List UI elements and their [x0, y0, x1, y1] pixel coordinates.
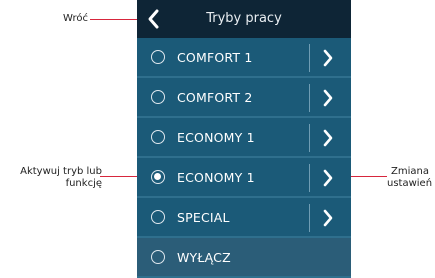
row-divider	[309, 204, 310, 232]
mode-label: COMFORT 1	[177, 50, 253, 65]
mode-label: WYŁĄCZ	[177, 250, 231, 265]
callout-settings-line2: ustawień	[387, 178, 433, 189]
radio-selected-icon[interactable]	[151, 170, 165, 184]
chevron-right-icon	[323, 169, 333, 187]
radio-empty-icon[interactable]	[151, 210, 165, 224]
header-bar: Tryby pracy	[137, 0, 351, 38]
mode-settings-button[interactable]	[321, 89, 335, 107]
radio-empty-icon[interactable]	[151, 130, 165, 144]
chevron-right-icon	[323, 89, 333, 107]
leader-line-back	[90, 19, 142, 20]
row-divider	[309, 124, 310, 152]
mode-row[interactable]: COMFORT 2	[137, 78, 351, 118]
row-divider	[309, 164, 310, 192]
mode-row[interactable]: WYŁĄCZ	[137, 238, 351, 278]
chevron-right-icon	[323, 129, 333, 147]
mode-settings-button[interactable]	[321, 129, 335, 147]
mode-settings-button[interactable]	[321, 49, 335, 67]
radio-empty-icon[interactable]	[151, 50, 165, 64]
mode-row[interactable]: SPECIAL	[137, 198, 351, 238]
radio-empty-icon[interactable]	[151, 90, 165, 104]
callout-activate-line1: Aktywuj tryb lub	[20, 166, 102, 177]
callout-back-label: Wróć	[63, 13, 88, 24]
page-title: Tryby pracy	[206, 11, 282, 26]
mode-settings-button[interactable]	[321, 209, 335, 227]
mode-row[interactable]: ECONOMY 1	[137, 118, 351, 158]
modes-screen: Tryby pracy COMFORT 1 COMFORT 2 ECONOMY 1 E…	[137, 0, 351, 278]
mode-label: ECONOMY 1	[177, 130, 255, 145]
callout-activate-label: Aktywuj tryb lub funkcję	[2, 166, 102, 190]
radio-empty-icon[interactable]	[151, 250, 165, 264]
mode-label: ECONOMY 1	[177, 170, 255, 185]
back-button[interactable]	[143, 7, 165, 31]
callout-activate-line2: funkcję	[65, 178, 102, 189]
row-divider	[309, 84, 310, 112]
mode-label: COMFORT 2	[177, 90, 253, 105]
row-divider	[309, 44, 310, 72]
chevron-right-icon	[323, 49, 333, 67]
callout-settings-label: Zmiana ustawień	[387, 166, 433, 190]
mode-label: SPECIAL	[177, 210, 230, 225]
mode-settings-button[interactable]	[321, 169, 335, 187]
chevron-right-icon	[323, 209, 333, 227]
chevron-left-icon	[148, 9, 159, 29]
mode-row[interactable]: ECONOMY 1	[137, 158, 351, 198]
mode-row[interactable]: COMFORT 1	[137, 38, 351, 78]
callout-settings-line1: Zmiana	[391, 166, 429, 177]
